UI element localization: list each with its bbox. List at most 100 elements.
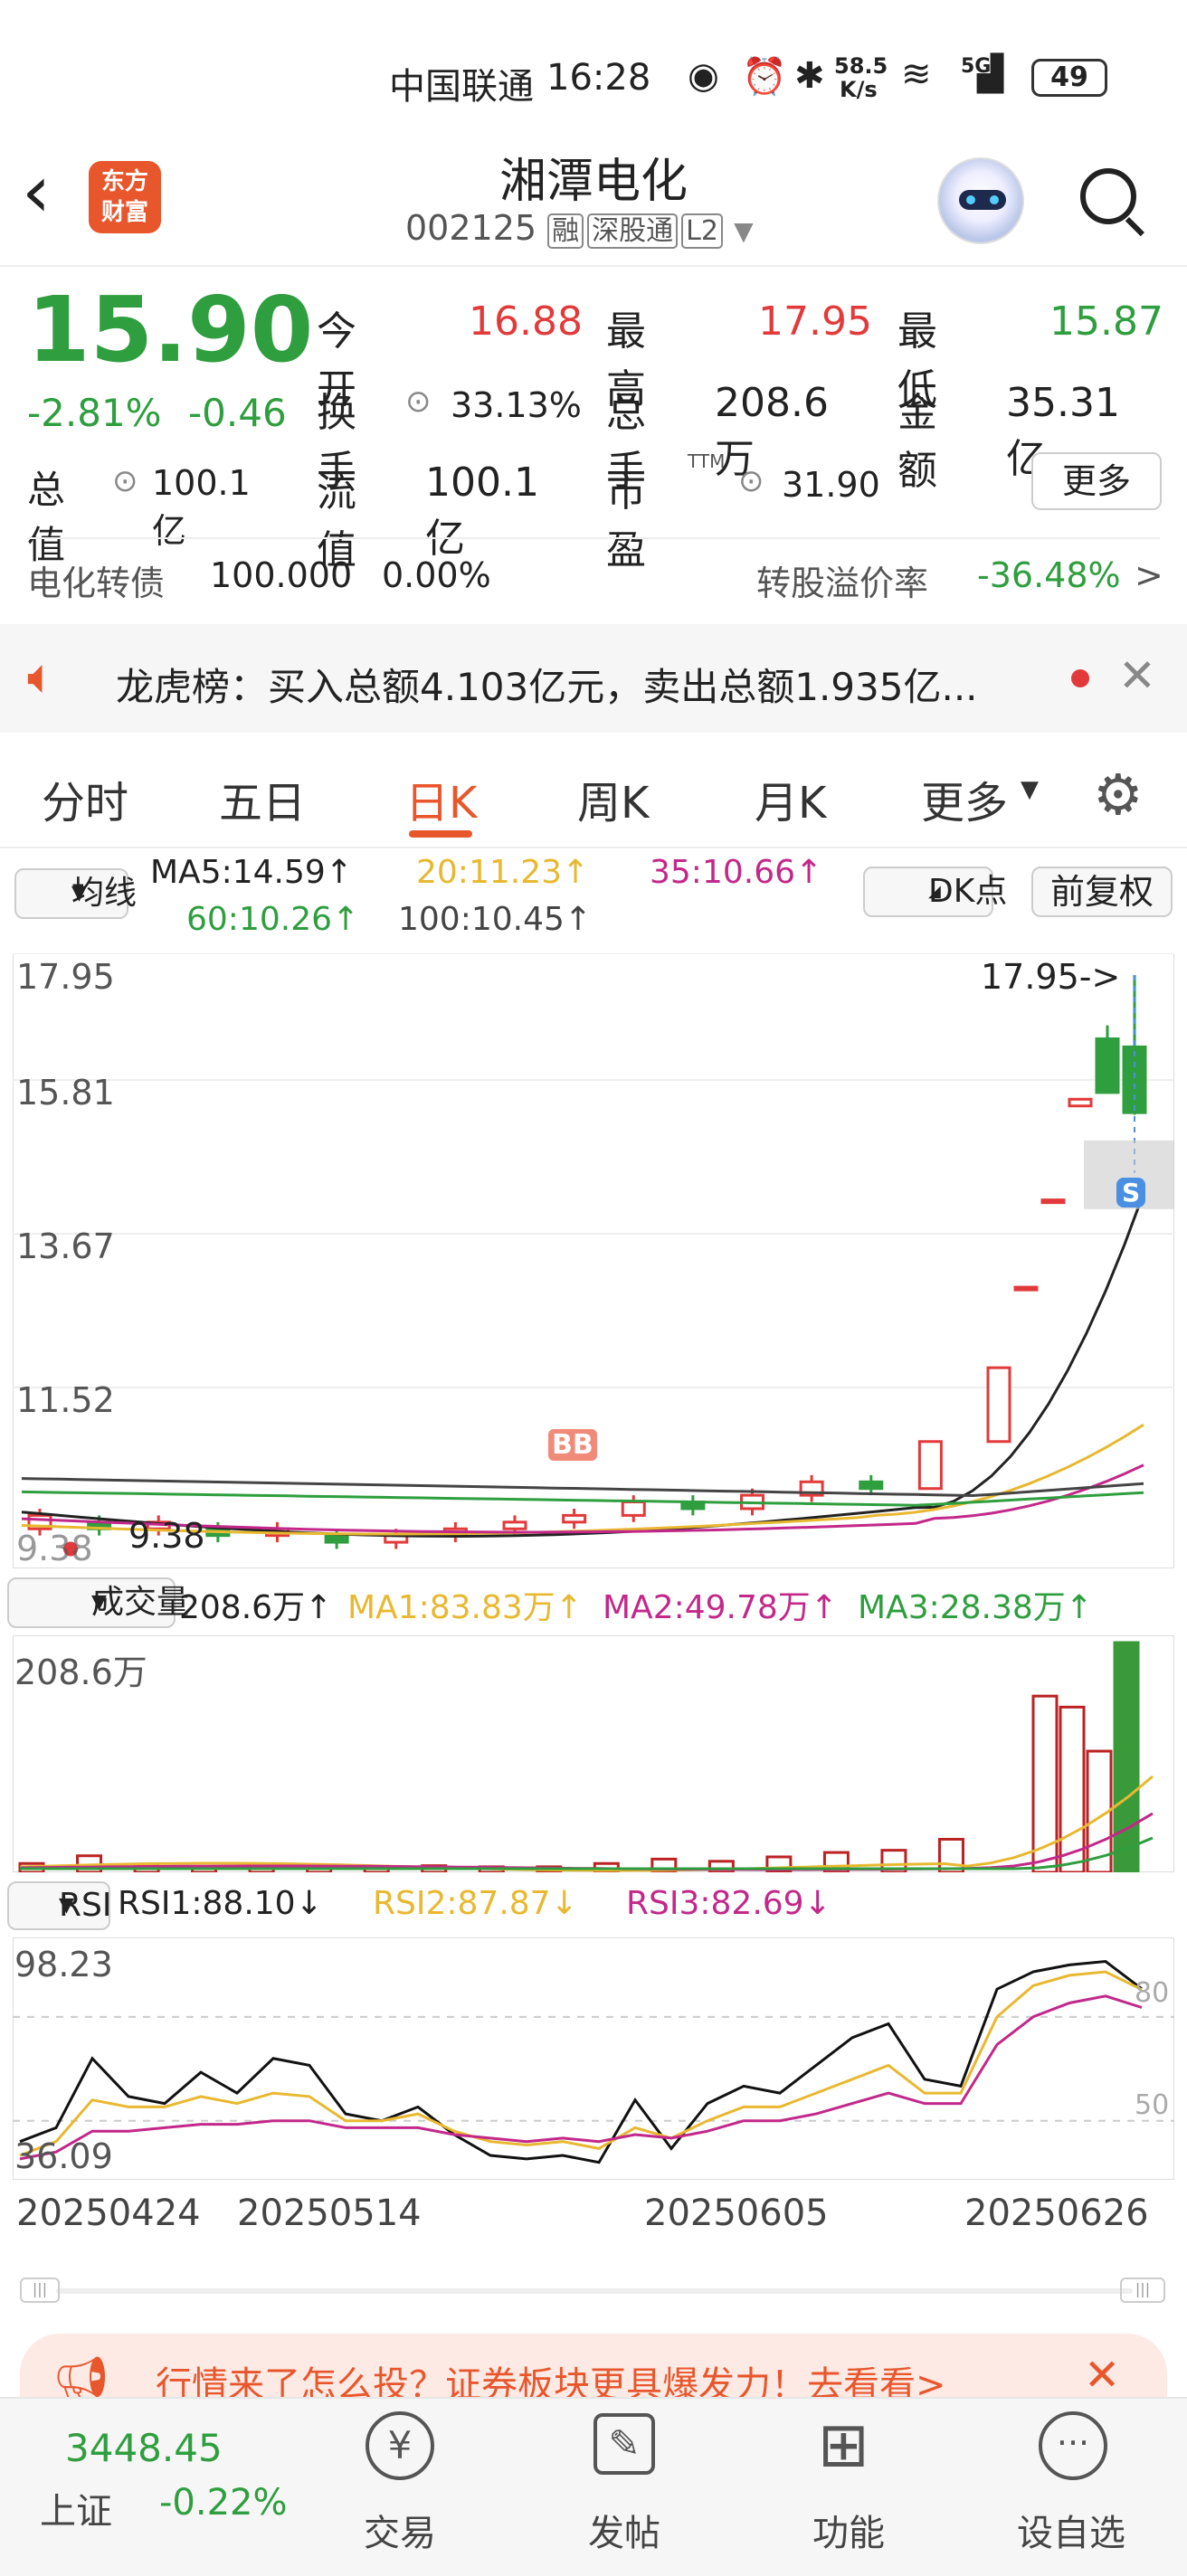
bottom-item-trade[interactable]: 交易 (364, 2504, 436, 2556)
value-pe: 31.90 (782, 465, 880, 505)
status-bar: 中国联通 16:28 ◉ ⏰ ✱ 58.5 K/s ≋ 5G ▟ 49 (0, 50, 1187, 113)
kline-frame (13, 953, 1174, 1568)
info-icon[interactable]: ⊙ (738, 463, 764, 499)
tag-sgt: 深股通 (587, 213, 679, 249)
rsi2-value: RSI2:87.87↓ (373, 1885, 578, 1922)
signal-icon: ▟ (977, 53, 1004, 93)
bottom-item-post[interactable]: 发帖 (588, 2504, 660, 2556)
bottom-bar: 3448.45 上证 -0.22% ¥ ✎ ⊞ ··· 交易 发帖 功能 设自选 (0, 2397, 1187, 2576)
volume-bar (1059, 1705, 1086, 1872)
rsi-top-label: 98.23 (14, 1945, 113, 1984)
wifi-icon: ≋ (901, 53, 932, 95)
rsi-line (19, 1970, 1143, 2157)
rsi-legend: RSI ▼ RSI1:88.10↓ RSI2:87.87↓ RSI3:82.69… (0, 1880, 1187, 1934)
close-icon[interactable]: ✕ (1118, 649, 1156, 702)
price: 15.90 (27, 277, 314, 383)
rsi-50-label: 50 (1135, 2089, 1170, 2121)
value-open: 16.88 (469, 298, 583, 345)
bluetooth-icon: ✱ (794, 55, 825, 97)
tab-wuri[interactable]: 五日 (219, 767, 306, 830)
carrier: 中国联通 (389, 66, 534, 108)
ma20-value: 20:11.23↑ (416, 854, 590, 891)
more-button[interactable]: 更多 (1031, 452, 1162, 510)
scroll-handle-left[interactable]: ||| (20, 2278, 60, 2303)
chart-scrollbar[interactable]: ||| ||| (20, 2278, 1167, 2303)
trade-yen-icon[interactable]: ¥ (366, 2411, 434, 2480)
buy-marker: BB (548, 1429, 597, 1461)
volume-bar (1113, 1641, 1140, 1872)
pe-sup: TTM (688, 450, 726, 472)
dropdown-icon[interactable]: ▼ (734, 216, 754, 246)
divider (0, 847, 1187, 848)
high-marker: 17.95-> (981, 957, 1121, 997)
tab-rik[interactable]: 日K (405, 767, 477, 830)
value-high: 17.95 (758, 298, 872, 345)
volume-ma1: MA1:83.83万↑ (347, 1589, 583, 1626)
candle-body (986, 1366, 1011, 1444)
ma100-value: 100:10.45↑ (398, 901, 593, 938)
ma-selector[interactable]: 均线 ▼ (14, 868, 137, 919)
candle-body (502, 1520, 527, 1530)
kline-chart[interactable] (13, 953, 1174, 1568)
value-low: 15.87 (1049, 298, 1163, 345)
tab-zhouk[interactable]: 周K (577, 767, 649, 830)
date-label: 20250626 (964, 2192, 1149, 2234)
tab-more[interactable]: 更多 (921, 767, 1008, 830)
volume-ma3: MA3:28.38万↑ (858, 1589, 1093, 1626)
rsi-chart[interactable] (13, 1937, 1174, 2180)
tab-yuek[interactable]: 月K (755, 767, 826, 830)
close-icon[interactable]: ✕ (1084, 2350, 1120, 2401)
candle-body (324, 1534, 349, 1544)
candle-body (621, 1501, 646, 1517)
tab-more-caret-icon: ▼ (1021, 776, 1039, 803)
date-label: 20250605 (644, 2192, 829, 2234)
info-icon[interactable]: ⊙ (112, 463, 138, 499)
ma35-value: 35:10.66↑ (650, 854, 823, 891)
watchlist-dots-icon[interactable]: ··· (1039, 2411, 1107, 2480)
kline-y-label: 13.67 (16, 1226, 115, 1266)
stock-code: 002125 (405, 208, 537, 248)
rsi-line (19, 1994, 1143, 2161)
rsi-bottom-label: 36.09 (14, 2136, 113, 2176)
bond-premium-label: 转股溢价率 (756, 564, 929, 603)
volume-ma2: MA2:49.78万↑ (603, 1589, 838, 1626)
tab-fenshi[interactable]: 分时 (42, 767, 128, 830)
volume-ma-line (19, 1775, 1154, 1872)
rsi-80-label: 80 (1135, 1977, 1170, 2009)
low-marker: 9.38 (128, 1516, 205, 1556)
scroll-handle-right[interactable]: ||| (1120, 2278, 1165, 2303)
battery-icon: 49 (1031, 59, 1107, 97)
volume-chart[interactable] (13, 1635, 1174, 1872)
volume-selector[interactable]: 成交量 ▼ (7, 1577, 189, 1628)
functions-grid-icon[interactable]: ⊞ (818, 2411, 869, 2480)
ma-line (21, 1192, 1145, 1539)
candle-body (1095, 1037, 1120, 1094)
eye-icon: ◉ (688, 55, 719, 97)
adjust-button[interactable]: 前复权 (1031, 867, 1173, 917)
value-market-cap: 100.1亿 (152, 463, 251, 551)
dk-point-button[interactable]: DK点 ◢ (863, 867, 1007, 917)
date-label: 20250514 (237, 2192, 422, 2234)
chevron-right-icon: > (1135, 555, 1163, 595)
robot-avatar-icon[interactable] (937, 157, 1024, 244)
candle-body (1068, 1097, 1093, 1108)
bottom-item-function[interactable]: 功能 (812, 2504, 885, 2556)
search-icon[interactable] (1077, 165, 1149, 237)
rsi3-value: RSI3:82.69↓ (626, 1885, 831, 1922)
rsi-selector[interactable]: RSI ▼ (7, 1881, 111, 1930)
index-pct[interactable]: -0.22% (159, 2482, 288, 2524)
candle-body (917, 1440, 943, 1491)
bond-pct: 0.00% (382, 555, 491, 595)
volume-legend: 成交量 ▼ 208.6万↑ MA1:83.83万↑ MA2:49.78万↑ MA… (0, 1577, 1187, 1632)
bond-row[interactable]: 电化转债 100.000 0.00% 转股溢价率 -36.48% > (0, 543, 1187, 615)
info-icon[interactable]: ⊙ (405, 384, 432, 420)
bottom-item-watchlist[interactable]: 设自选 (1017, 2504, 1125, 2556)
candle-body (1040, 1198, 1066, 1205)
index-value[interactable]: 3448.45 (65, 2426, 223, 2470)
post-edit-icon[interactable]: ✎ (594, 2413, 655, 2475)
notice-bar[interactable]: 🔈︎ 龙虎榜：买入总额4.103亿元，卖出总额1.935亿... ✕ (0, 624, 1187, 733)
index-name[interactable]: 上证 (40, 2482, 112, 2534)
settings-gear-icon[interactable]: ⚙ (1093, 762, 1144, 828)
period-tabs: 分时 五日 日K 周K 月K 更多 ▼ ⚙ (0, 762, 1187, 848)
change-pct: -2.81% (27, 391, 162, 435)
